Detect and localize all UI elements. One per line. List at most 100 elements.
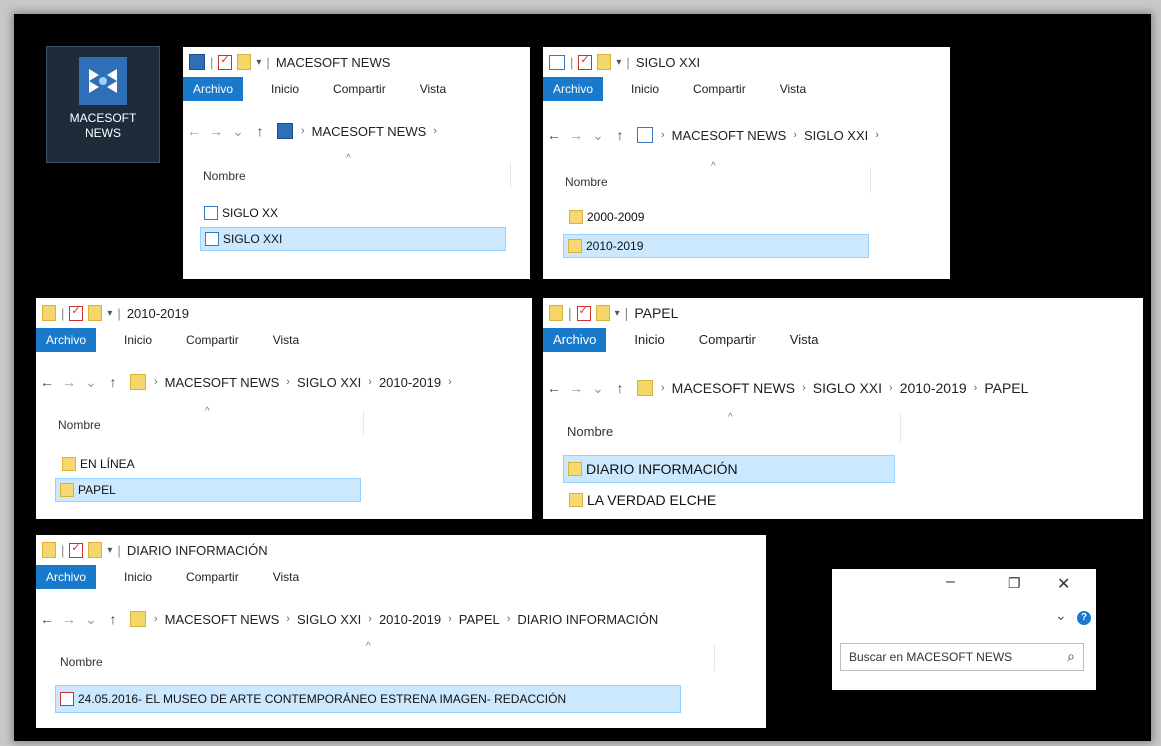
tab-vista[interactable]: Vista <box>780 328 829 352</box>
chevron-right-icon[interactable]: › <box>793 129 797 141</box>
list-item-2000-2009[interactable]: 2000-2009 <box>565 205 715 229</box>
breadcrumb-siglo-xxi[interactable]: SIGLO XXI <box>297 375 361 390</box>
chevron-right-icon[interactable]: › <box>448 613 452 625</box>
up-arrow-icon[interactable]: ↑ <box>609 380 631 396</box>
chevron-right-icon[interactable]: › <box>433 125 437 137</box>
forward-arrow-icon[interactable]: → <box>58 611 80 627</box>
tab-compartir[interactable]: Compartir <box>323 77 396 101</box>
breadcrumb-papel[interactable]: PAPEL <box>459 612 500 627</box>
breadcrumb-macesoft-news[interactable]: MACESOFT NEWS <box>672 380 795 396</box>
chevron-right-icon[interactable]: › <box>448 376 452 388</box>
chevron-right-icon[interactable]: › <box>286 613 290 625</box>
restore-button[interactable]: ❐ <box>1008 575 1021 592</box>
column-divider[interactable] <box>363 410 364 436</box>
tab-inicio[interactable]: Inicio <box>621 77 669 101</box>
chevron-right-icon[interactable]: › <box>301 125 305 137</box>
chevron-right-icon[interactable]: › <box>368 376 372 388</box>
recent-dropdown-icon[interactable]: ⌄ <box>587 380 609 397</box>
close-button[interactable]: ✕ <box>1057 574 1070 594</box>
breadcrumb-siglo-xxi[interactable]: SIGLO XXI <box>297 612 361 627</box>
chevron-right-icon[interactable]: › <box>889 382 893 394</box>
column-header-nombre[interactable]: Nombre <box>60 655 103 669</box>
recent-dropdown-icon[interactable]: ⌄ <box>227 123 249 140</box>
list-item-en-linea[interactable]: EN LÍNEA <box>58 452 208 476</box>
column-divider[interactable] <box>870 167 871 193</box>
up-arrow-icon[interactable]: ↑ <box>609 127 631 143</box>
column-divider[interactable] <box>714 645 715 671</box>
column-header-nombre[interactable]: Nombre <box>58 418 101 432</box>
back-arrow-icon[interactable]: ← <box>543 380 565 396</box>
column-header-nombre[interactable]: Nombre <box>565 175 608 189</box>
properties-icon[interactable] <box>218 53 233 70</box>
recent-dropdown-icon[interactable]: ⌄ <box>587 127 609 144</box>
tab-compartir[interactable]: Compartir <box>176 328 249 352</box>
tab-vista[interactable]: Vista <box>263 328 309 352</box>
new-folder-icon[interactable] <box>597 54 612 70</box>
chevron-right-icon[interactable]: › <box>802 382 806 394</box>
desktop-shortcut-macesoft-news[interactable]: MACESOFT NEWS <box>46 46 160 163</box>
list-item-la-verdad-elche[interactable]: LA VERDAD ELCHE <box>565 487 865 513</box>
breadcrumb-siglo-xxi[interactable]: SIGLO XXI <box>804 128 868 143</box>
properties-icon[interactable] <box>69 541 84 558</box>
tab-inicio[interactable]: Inicio <box>114 565 162 589</box>
list-item-diario-informacion[interactable]: DIARIO INFORMACIÓN <box>563 455 895 483</box>
customize-toolbar-dropdown-icon[interactable]: ▾ <box>616 57 621 68</box>
back-arrow-icon[interactable]: ← <box>36 374 58 390</box>
breadcrumb-macesoft-news[interactable]: MACESOFT NEWS <box>312 124 427 139</box>
breadcrumb-macesoft-news[interactable]: MACESOFT NEWS <box>165 375 280 390</box>
breadcrumb-papel[interactable]: PAPEL <box>984 380 1028 396</box>
tab-compartir[interactable]: Compartir <box>689 328 766 352</box>
breadcrumb-2010-2019[interactable]: 2010-2019 <box>379 612 441 627</box>
forward-arrow-icon[interactable]: → <box>565 380 587 396</box>
column-header-nombre[interactable]: Nombre <box>203 169 246 183</box>
breadcrumb-siglo-xxi[interactable]: SIGLO XXI <box>813 380 882 396</box>
tab-inicio[interactable]: Inicio <box>114 328 162 352</box>
list-item-papel[interactable]: PAPEL <box>55 478 361 502</box>
chevron-right-icon[interactable]: › <box>974 382 978 394</box>
tab-archivo[interactable]: Archivo <box>543 77 604 101</box>
breadcrumb-2010-2019[interactable]: 2010-2019 <box>900 380 967 396</box>
chevron-right-icon[interactable]: › <box>154 376 158 388</box>
chevron-right-icon[interactable]: › <box>661 382 665 394</box>
properties-icon[interactable] <box>578 53 593 70</box>
recent-dropdown-icon[interactable]: ⌄ <box>80 611 102 628</box>
breadcrumb-macesoft-news[interactable]: MACESOFT NEWS <box>672 128 787 143</box>
back-arrow-icon[interactable]: ← <box>543 127 565 143</box>
properties-icon[interactable] <box>576 304 591 321</box>
back-arrow-icon[interactable]: ← <box>183 123 205 139</box>
expand-ribbon-chevron-icon[interactable]: ⌄ <box>1055 607 1067 624</box>
breadcrumb-macesoft-news[interactable]: MACESOFT NEWS <box>165 612 280 627</box>
new-folder-icon[interactable] <box>88 305 103 321</box>
up-arrow-icon[interactable]: ↑ <box>102 611 124 627</box>
up-arrow-icon[interactable]: ↑ <box>102 374 124 390</box>
column-divider[interactable] <box>900 414 901 442</box>
breadcrumb-2010-2019[interactable]: 2010-2019 <box>379 375 441 390</box>
customize-toolbar-dropdown-icon[interactable]: ▾ <box>107 308 112 319</box>
back-arrow-icon[interactable]: ← <box>36 611 58 627</box>
forward-arrow-icon[interactable]: → <box>205 123 227 139</box>
tab-vista[interactable]: Vista <box>410 77 456 101</box>
breadcrumb-diario-informacion[interactable]: DIARIO INFORMACIÓN <box>517 612 658 627</box>
column-divider[interactable] <box>510 162 511 188</box>
list-item-pdf-museo-arte[interactable]: 24.05.2016- EL MUSEO DE ARTE CONTEMPORÁN… <box>55 685 681 713</box>
tab-vista[interactable]: Vista <box>770 77 816 101</box>
chevron-right-icon[interactable]: › <box>875 129 879 141</box>
tab-archivo[interactable]: Archivo <box>183 77 244 101</box>
help-icon[interactable]: ? <box>1077 611 1091 625</box>
tab-inicio[interactable]: Inicio <box>261 77 309 101</box>
customize-toolbar-dropdown-icon[interactable]: ▾ <box>107 545 112 556</box>
minimize-button[interactable]: – <box>946 573 955 591</box>
tab-inicio[interactable]: Inicio <box>624 328 674 352</box>
tab-archivo[interactable]: Archivo <box>36 565 97 589</box>
chevron-right-icon[interactable]: › <box>507 613 511 625</box>
chevron-right-icon[interactable]: › <box>154 613 158 625</box>
chevron-right-icon[interactable]: › <box>368 613 372 625</box>
search-icon[interactable]: ⌕ <box>1067 648 1075 665</box>
tab-archivo[interactable]: Archivo <box>36 328 97 352</box>
list-item-siglo-xxi[interactable]: SIGLO XXI <box>200 227 506 251</box>
chevron-right-icon[interactable]: › <box>661 129 665 141</box>
tab-compartir[interactable]: Compartir <box>683 77 756 101</box>
chevron-right-icon[interactable]: › <box>286 376 290 388</box>
up-arrow-icon[interactable]: ↑ <box>249 123 271 139</box>
list-item-2010-2019[interactable]: 2010-2019 <box>563 234 869 258</box>
